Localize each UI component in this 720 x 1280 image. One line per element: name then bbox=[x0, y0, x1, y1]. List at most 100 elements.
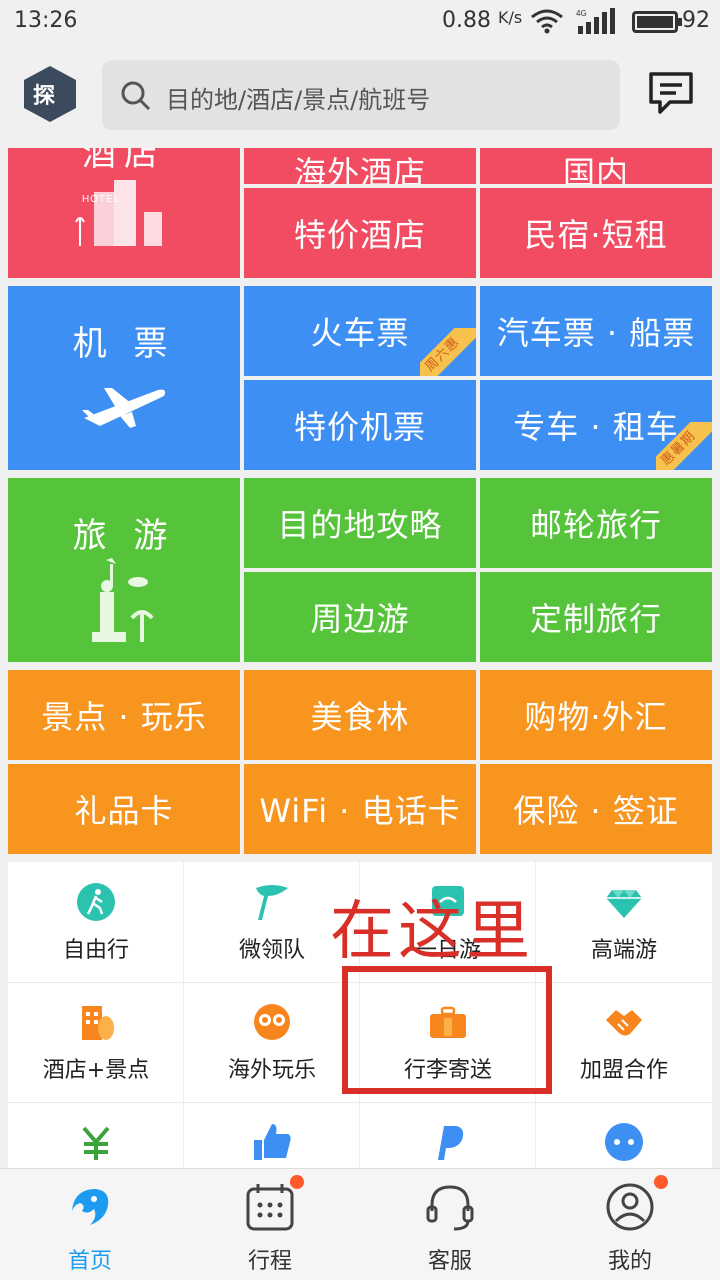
quick-franchise-label: 加盟合作 bbox=[579, 1058, 668, 1083]
headset-icon bbox=[426, 1185, 474, 1231]
nav-service[interactable]: 客服 bbox=[360, 1169, 540, 1280]
quick-overseas-fun-label: 海外玩乐 bbox=[227, 1058, 316, 1083]
paypal-icon bbox=[438, 1126, 464, 1160]
svg-text:4G: 4G bbox=[576, 9, 587, 18]
tile-shopping[interactable]: 购物·外汇 bbox=[480, 670, 712, 760]
tile-special-flight[interactable]: 特价机票 bbox=[244, 380, 476, 470]
tile-hotel-label: 酒店 bbox=[82, 148, 166, 174]
annotation-highlight-box bbox=[342, 966, 552, 1094]
tile-wifi[interactable]: WiFi · 电话卡 bbox=[244, 764, 476, 854]
tile-flight-label: 机 票 bbox=[72, 324, 176, 364]
tile-bus-ship-label: 汽车票 · 船票 bbox=[496, 314, 696, 352]
diamond-icon bbox=[606, 890, 642, 918]
tile-shopping-label: 购物·外汇 bbox=[524, 698, 668, 736]
nav-itinerary-label: 行程 bbox=[247, 1249, 292, 1274]
tile-inn[interactable]: 国内 bbox=[480, 148, 712, 184]
tile-travel[interactable]: 旅 游 bbox=[8, 478, 240, 662]
quick-hotel-attraction-label: 酒店+景点 bbox=[42, 1058, 150, 1083]
quick-payment[interactable] bbox=[360, 1102, 536, 1172]
quick-luxury-tour-label: 高端游 bbox=[590, 938, 657, 963]
tile-attractions[interactable]: 景点 · 玩乐 bbox=[8, 670, 240, 760]
bottom-navigation: 首页 行程 客服 我的 bbox=[0, 1168, 720, 1280]
quick-luxury-tour[interactable]: 高端游 bbox=[536, 862, 712, 982]
quick-recommend[interactable] bbox=[184, 1102, 360, 1172]
nav-home[interactable]: 首页 bbox=[0, 1169, 180, 1280]
handshake-icon bbox=[606, 1010, 642, 1036]
search-placeholder: 目的地/酒店/景点/航班号 bbox=[166, 86, 431, 114]
tile-insurance[interactable]: 保险 · 签证 bbox=[480, 764, 712, 854]
tile-insurance-label: 保险 · 签证 bbox=[513, 792, 679, 830]
itinerary-notification-dot bbox=[290, 1175, 304, 1189]
tile-cruise[interactable]: 邮轮旅行 bbox=[480, 478, 712, 568]
tile-nearby-label: 周边游 bbox=[310, 600, 410, 638]
hotel-building-icon: HOTEL bbox=[75, 180, 162, 246]
yuan-icon bbox=[82, 1126, 110, 1160]
tile-overseas-hotel[interactable]: 海外酒店 bbox=[244, 148, 476, 184]
flight-section: 机 票 火车票 周六惠 汽车票 · 船票 特价机票 专车 · 租车 惠暑期 bbox=[8, 286, 712, 470]
nav-itinerary[interactable]: 行程 bbox=[180, 1169, 360, 1280]
tile-train-label: 火车票 bbox=[310, 314, 410, 352]
profile-notification-dot bbox=[654, 1175, 668, 1189]
nav-profile[interactable]: 我的 bbox=[540, 1169, 720, 1280]
car-promo-badge: 惠暑期 bbox=[656, 422, 712, 470]
search-icon bbox=[121, 81, 151, 111]
services-section: 景点 · 玩乐 美食林 购物·外汇 礼品卡 WiFi · 电话卡 保险 · 签证 bbox=[8, 670, 712, 854]
travel-section: 旅 游 目的地攻略 邮轮旅行 周边游 定制旅行 bbox=[8, 478, 712, 662]
hotel-section: 酒店 HOTEL 海外酒店 国内 特价酒店 民宿·短租 bbox=[8, 148, 712, 278]
tile-special-hotel-label: 特价酒店 bbox=[293, 216, 426, 254]
tile-hotel[interactable]: 酒店 HOTEL bbox=[8, 148, 240, 278]
tile-guide-label: 目的地攻略 bbox=[277, 506, 443, 544]
battery-level: 92 bbox=[682, 8, 710, 33]
quick-hotel-attraction[interactable]: 酒店+景点 bbox=[8, 982, 184, 1102]
quick-finance[interactable] bbox=[8, 1102, 184, 1172]
tile-travel-label: 旅 游 bbox=[72, 516, 176, 556]
user-icon bbox=[606, 1183, 654, 1231]
statue-of-liberty-icon bbox=[92, 558, 154, 642]
tile-custom[interactable]: 定制旅行 bbox=[480, 572, 712, 662]
train-promo-badge: 周六惠 bbox=[420, 328, 476, 376]
network-speed: 0.88 K/s bbox=[442, 8, 523, 33]
dolphin-icon bbox=[72, 1189, 109, 1225]
tile-food[interactable]: 美食林 bbox=[244, 670, 476, 760]
tile-wifi-label: WiFi · 电话卡 bbox=[259, 792, 461, 830]
sunglasses-icon bbox=[254, 1004, 290, 1040]
hotel-icon bbox=[82, 1006, 114, 1040]
tile-special-flight-label: 特价机票 bbox=[293, 408, 426, 446]
svg-text:探: 探 bbox=[33, 83, 55, 109]
nav-profile-label: 我的 bbox=[607, 1249, 652, 1274]
quick-overseas-fun[interactable]: 海外玩乐 bbox=[184, 982, 360, 1102]
walker-icon bbox=[77, 883, 115, 921]
quick-free-travel[interactable]: 自由行 bbox=[8, 862, 184, 982]
annotation-text: 在这里 bbox=[330, 895, 534, 969]
tile-flight[interactable]: 机 票 bbox=[8, 286, 240, 470]
quick-more[interactable] bbox=[536, 1102, 712, 1172]
message-icon[interactable] bbox=[646, 68, 696, 118]
tile-food-label: 美食林 bbox=[310, 698, 410, 736]
quick-free-travel-label: 自由行 bbox=[62, 938, 129, 963]
tile-bus-ship[interactable]: 汽车票 · 船票 bbox=[480, 286, 712, 376]
tile-train[interactable]: 火车票 周六惠 bbox=[244, 286, 476, 376]
tile-car-rental[interactable]: 专车 · 租车 惠暑期 bbox=[480, 380, 712, 470]
battery-icon bbox=[632, 11, 682, 33]
app-header: 探 目的地/酒店/景点/航班号 bbox=[0, 44, 720, 148]
status-bar: 13:26 0.88 K/s 4G 92 bbox=[0, 0, 720, 44]
logo-icon[interactable]: 探 bbox=[24, 66, 76, 122]
flag-icon bbox=[256, 885, 288, 920]
thumbs-up-icon bbox=[254, 1124, 291, 1160]
tile-giftcard-label: 礼品卡 bbox=[74, 792, 174, 830]
tile-special-hotel[interactable]: 特价酒店 bbox=[244, 188, 476, 278]
tile-cruise-label: 邮轮旅行 bbox=[529, 506, 662, 544]
calendar-grid-icon bbox=[246, 1184, 294, 1231]
tile-homestay[interactable]: 民宿·短租 bbox=[480, 188, 712, 278]
tile-homestay-label: 民宿·短租 bbox=[524, 216, 668, 254]
tile-giftcard[interactable]: 礼品卡 bbox=[8, 764, 240, 854]
signal-icon: 4G bbox=[576, 8, 615, 34]
status-time: 13:26 bbox=[14, 8, 78, 33]
wifi-icon bbox=[531, 9, 563, 34]
tile-nearby[interactable]: 周边游 bbox=[244, 572, 476, 662]
tile-guide[interactable]: 目的地攻略 bbox=[244, 478, 476, 568]
quick-franchise[interactable]: 加盟合作 bbox=[536, 982, 712, 1102]
search-bar[interactable]: 目的地/酒店/景点/航班号 bbox=[102, 60, 620, 130]
nav-service-label: 客服 bbox=[427, 1249, 472, 1274]
tile-attractions-label: 景点 · 玩乐 bbox=[41, 698, 207, 736]
